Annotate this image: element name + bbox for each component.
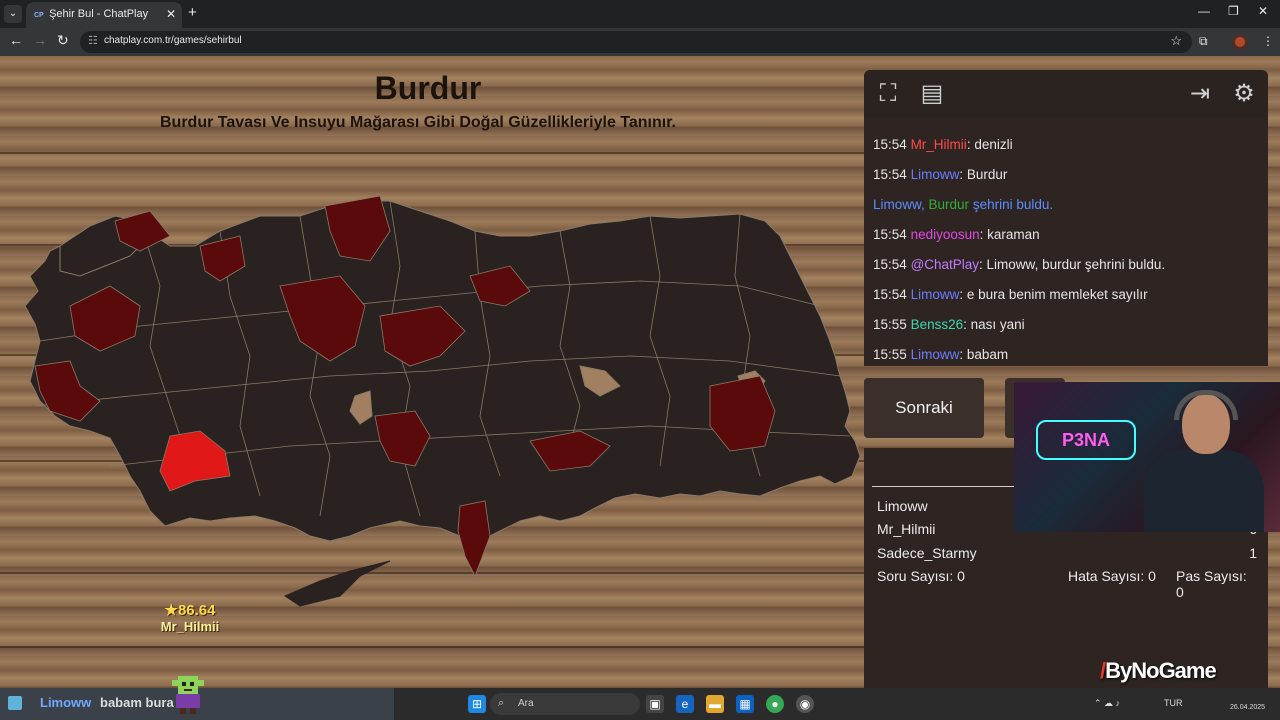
error-count: Hata Sayısı: 0 — [1068, 568, 1156, 584]
score-player: Mr_Hilmii — [160, 619, 220, 634]
pass-count: Pas Sayısı: 0 — [1176, 568, 1247, 600]
new-tab-button[interactable]: + — [188, 4, 197, 21]
goblin-sprite-icon — [172, 676, 204, 714]
tab-search-button[interactable]: ⌄ — [4, 5, 22, 23]
map-cyprus — [283, 560, 391, 607]
streamer-body — [1144, 450, 1264, 532]
chat-message: 15:54 nediyoosun: karaman — [873, 227, 1040, 242]
extensions-icon[interactable]: ⧉ — [1199, 34, 1208, 49]
close-tab-icon[interactable]: ✕ — [166, 2, 176, 26]
tray-icons[interactable]: ⌃ ☁ ♪ — [1094, 698, 1120, 709]
city-title: Burdur — [374, 70, 482, 106]
turkey-map[interactable] — [20, 176, 870, 636]
favicon-icon: CP — [34, 12, 44, 19]
webcam-overlay: P3NA — [1014, 382, 1280, 532]
restore-icon[interactable]: ❐ — [1228, 4, 1239, 18]
game-page: Burdur Burdur Tavası Ve Insuyu Mağarası … — [0, 56, 1280, 688]
chat-message: 15:54 Mr_Hilmii: denizli — [873, 137, 1013, 152]
minimize-icon[interactable]: — — [1198, 4, 1210, 18]
search-icon: ⌕ — [498, 697, 505, 709]
headset — [1174, 390, 1238, 420]
taskbar-search[interactable]: ⌕ Ara — [490, 693, 640, 715]
browser-tab[interactable]: CP Şehir Bul - ChatPlay ✕ — [26, 2, 182, 28]
store-icon[interactable]: ▦ — [736, 695, 754, 713]
chat-message: 15:55 Benss26: nası yani — [873, 317, 1025, 332]
document-icon[interactable]: ▤ — [916, 78, 948, 110]
obs-icon[interactable]: ◉ — [796, 695, 814, 713]
ticker-user: Limoww — [40, 695, 92, 710]
browser-toolbar: ← → ↻ ☷ chatplay.com.tr/games/sehirbul ☆… — [0, 28, 1280, 56]
chat-panel[interactable]: 15:54 Mr_Hilmii: denizli 15:54 Limoww: B… — [864, 118, 1268, 366]
file-explorer-icon[interactable]: ▬ — [706, 695, 724, 713]
chrome-icon[interactable]: ● — [766, 695, 784, 713]
settings-gear-icon[interactable]: ⚙ — [1228, 78, 1260, 110]
star-icon: ★ — [164, 602, 178, 619]
reload-icon[interactable]: ↻ — [57, 32, 69, 49]
chat-message: 15:54 Limoww: Burdur — [873, 167, 1008, 182]
windows-start-icon[interactable]: ⊞ — [468, 695, 486, 713]
next-button[interactable]: Sonraki — [864, 378, 984, 438]
score-overlay: ★86.64 Mr_Hilmii — [150, 601, 230, 634]
close-window-icon[interactable]: ✕ — [1258, 4, 1268, 18]
ticker-message: babam bura — [100, 695, 174, 710]
profile-avatar[interactable] — [1233, 35, 1247, 49]
edge-icon[interactable]: e — [676, 695, 694, 713]
site-info-icon[interactable]: ☷ — [88, 34, 98, 47]
neon-sign: P3NA — [1036, 420, 1136, 460]
city-description: Burdur Tavası Ve Insuyu Mağarası Gibi Do… — [159, 114, 676, 131]
panel-toolbar: ⛶ ▤ ⇥ ⚙ — [864, 70, 1268, 118]
browser-menu-icon[interactable]: ⋮ — [1262, 34, 1274, 48]
bynogame-logo: /ByNoGame — [1100, 658, 1217, 683]
address-bar[interactable]: ☷ chatplay.com.tr/games/sehirbul ☆ — [80, 31, 1192, 53]
bookmark-star-icon[interactable]: ☆ — [1170, 33, 1182, 49]
chat-message: 15:54 @ChatPlay: Limoww, burdur şehrini … — [873, 257, 1166, 272]
exit-icon[interactable]: ⇥ — [1184, 78, 1216, 110]
tab-title: Şehir Bul - ChatPlay — [49, 8, 149, 20]
task-view-icon[interactable]: ▣ — [646, 695, 664, 713]
back-icon[interactable]: ← — [9, 32, 23, 48]
forward-icon[interactable]: → — [33, 32, 47, 48]
chat-icon — [8, 696, 22, 710]
province-hatay — [457, 500, 491, 577]
url-text[interactable]: chatplay.com.tr/games/sehirbul — [104, 35, 242, 46]
fullscreen-icon[interactable]: ⛶ — [872, 78, 904, 110]
tab-bar: ⌄ CP Şehir Bul - ChatPlay ✕ + — ❐ ✕ — [0, 0, 1280, 28]
taskbar: ⊞ ⌕ Ara ▣ e ▬ ▦ ● ◉ ⌃ ☁ ♪ TUR 26.04.2025 — [394, 688, 1280, 720]
language-indicator[interactable]: TUR — [1164, 698, 1183, 708]
leaderboard-row: Sadece_Starmy 1 — [877, 545, 1257, 561]
chat-notice: Limoww, Burdur şehrini buldu. — [873, 197, 1054, 212]
chat-message: 15:54 Limoww: e bura benim memleket sayı… — [873, 287, 1148, 302]
score-value: ★86.64 — [164, 602, 216, 619]
chat-message: 15:55 Limoww: babam — [873, 347, 1009, 362]
clock-date[interactable]: 26.04.2025 — [1230, 704, 1265, 711]
question-count: Soru Sayısı: 0 — [877, 568, 965, 584]
